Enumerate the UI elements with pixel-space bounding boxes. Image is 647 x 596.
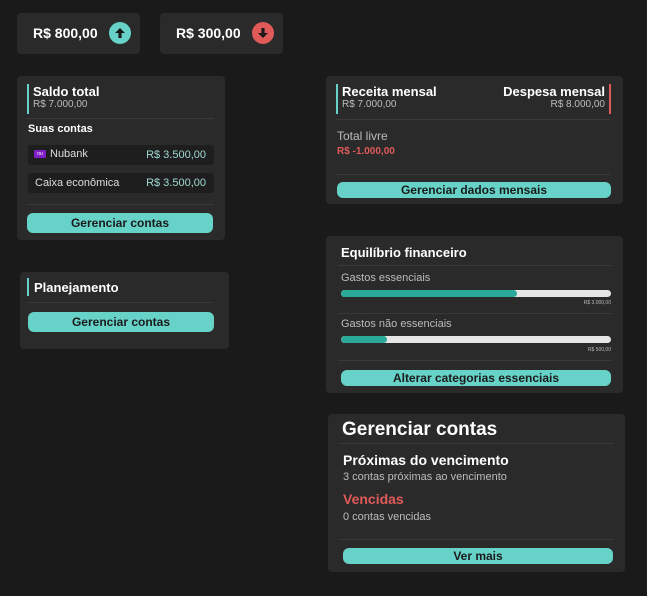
account-row-nubank[interactable]: nu Nubank R$ 3.500,00 xyxy=(28,145,214,165)
expense-value: R$ 300,00 xyxy=(176,25,241,41)
monthly-income: Receita mensal R$ 7.000,00 xyxy=(336,84,437,114)
arrow-up-icon xyxy=(109,22,131,44)
divider xyxy=(340,539,614,540)
nubank-logo-icon: nu xyxy=(34,150,46,158)
bills-card: Gerenciar contas Próximas do vencimento … xyxy=(328,414,625,572)
saldo-value: R$ 7.000,00 xyxy=(33,99,88,110)
income-label: Receita mensal xyxy=(342,84,437,99)
manage-monthly-button[interactable]: Gerenciar dados mensais xyxy=(337,182,611,198)
account-name: Nubank xyxy=(50,148,88,160)
expense-amount: R$ 8.000,00 xyxy=(550,99,606,110)
income-summary: R$ 800,00 xyxy=(17,13,140,54)
essential-limit: R$ 3.000,00 xyxy=(583,300,611,306)
nonessential-progress-fill xyxy=(341,336,387,343)
income-value: R$ 800,00 xyxy=(33,25,98,41)
divider xyxy=(27,204,214,205)
divider xyxy=(340,443,614,444)
nonessential-limit: R$ 500,00 xyxy=(587,347,611,353)
divider xyxy=(336,174,610,175)
balance-title: Equilíbrio financeiro xyxy=(341,245,467,260)
saldo-card: Saldo total R$ 7.000,00 Suas contas nu N… xyxy=(17,76,225,240)
arrow-down-icon xyxy=(252,22,274,44)
saldo-title: Saldo total xyxy=(33,84,100,99)
nonessential-progress-bar xyxy=(341,336,611,343)
divider xyxy=(338,360,612,361)
monthly-card: Receita mensal R$ 7.000,00 Despesa mensa… xyxy=(326,76,623,204)
bills-title: Gerenciar contas xyxy=(342,419,498,440)
upcoming-text: 3 contas próximas ao vencimento xyxy=(343,471,507,483)
manage-accounts-button[interactable]: Gerenciar contas xyxy=(27,213,213,233)
balance-card: Equilíbrio financeiro Gastos essenciais … xyxy=(326,236,623,393)
overdue-text: 0 contas vencidas xyxy=(343,511,432,523)
planejamento-title: Planejamento xyxy=(34,280,119,295)
essential-progress-fill xyxy=(341,290,517,297)
essential-progress-bar xyxy=(341,290,611,297)
upcoming-title: Próximas do vencimento xyxy=(343,452,509,468)
nonessential-label: Gastos não essenciais xyxy=(341,318,452,330)
saldo-header: Saldo total R$ 7.000,00 xyxy=(27,84,99,114)
divider xyxy=(336,119,610,120)
accounts-title: Suas contas xyxy=(28,123,93,135)
planejamento-header: Planejamento xyxy=(27,278,119,296)
planejamento-manage-button[interactable]: Gerenciar contas xyxy=(28,312,214,332)
divider xyxy=(338,265,612,266)
planejamento-card: Planejamento Gerenciar contas xyxy=(20,272,229,349)
divider xyxy=(338,313,612,314)
account-row-caixa[interactable]: Caixa econômica R$ 3.500,00 xyxy=(28,173,214,193)
overdue-title: Vencidas xyxy=(343,491,404,507)
expense-label: Despesa mensal xyxy=(503,84,605,99)
divider xyxy=(27,118,214,119)
essential-label: Gastos essenciais xyxy=(341,272,431,284)
monthly-expense: Despesa mensal R$ 8.000,00 xyxy=(503,84,611,114)
income-amount: R$ 7.000,00 xyxy=(342,99,397,110)
account-amount: R$ 3.500,00 xyxy=(146,177,206,189)
free-value: R$ -1.000,00 xyxy=(337,146,395,157)
account-amount: R$ 3.500,00 xyxy=(146,149,206,161)
account-name: Caixa econômica xyxy=(35,177,120,189)
expense-summary: R$ 300,00 xyxy=(160,13,283,54)
see-more-button[interactable]: Ver mais xyxy=(343,548,613,564)
free-label: Total livre xyxy=(337,129,388,143)
divider xyxy=(27,302,213,303)
change-essential-categories-button[interactable]: Alterar categorias essenciais xyxy=(341,370,611,386)
